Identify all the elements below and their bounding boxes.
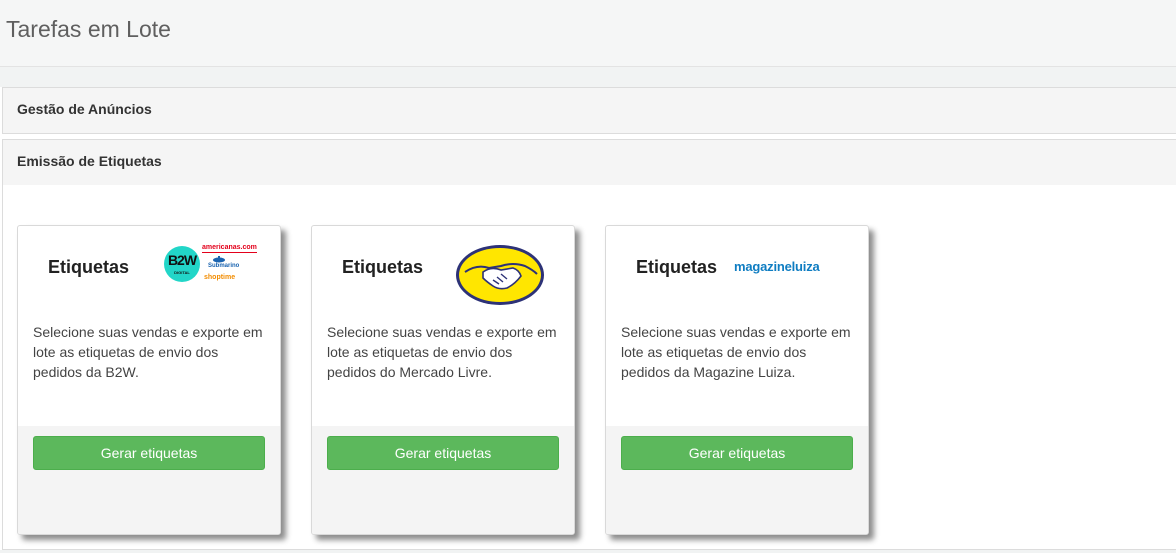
b2w-brand-text: B2W [167,252,197,268]
shoptime-text: shoptime [204,274,236,281]
card-description: Selecione suas vendas e exporte em lote … [327,324,557,380]
submarine-icon [213,256,225,263]
generate-labels-button-mercado-livre[interactable]: Gerar etiquetas [327,436,559,470]
panel-title-ads[interactable]: Gestão de Anúncios [17,101,152,117]
card-title: Etiquetas [342,257,424,277]
panel-title-labels[interactable]: Emissão de Etiquetas [17,153,162,169]
card-description: Selecione suas vendas e exporte em lote … [33,324,263,380]
magazine-luiza-logo-icon: magazineluiza [734,259,820,274]
card-magazine-luiza: Etiquetas magazineluiza Selecione suas v… [605,225,869,535]
card-b2w: Etiquetas B2W DIGITAL americanas.com Sub… [17,225,281,535]
card-footer: Gerar etiquetas [18,426,280,534]
card-footer: Gerar etiquetas [312,426,574,534]
americanas-text: americanas.com [202,244,257,253]
panel-gestao-anuncios[interactable]: Gestão de Anúncios [2,87,1176,134]
panel-emissao-etiquetas[interactable]: Emissão de Etiquetas [2,139,1176,186]
header-separator [0,67,1176,87]
page-header: Tarefas em Lote [0,0,1176,67]
b2w-logo-icon: B2W DIGITAL americanas.com Submarino sho… [164,244,257,288]
generate-labels-button-magazine-luiza[interactable]: Gerar etiquetas [621,436,853,470]
mercado-livre-handshake-icon [456,245,544,305]
b2w-sub-text: DIGITAL [174,270,190,275]
card-footer: Gerar etiquetas [606,426,868,534]
page-title: Tarefas em Lote [6,16,171,42]
submarino-text: Submarino [208,263,240,269]
card-mercado-livre: Etiquetas Selecione suas vendas e export… [311,225,575,535]
card-title: Etiquetas [636,257,718,277]
generate-labels-button-b2w[interactable]: Gerar etiquetas [33,436,265,470]
card-title: Etiquetas [48,257,130,277]
card-description: Selecione suas vendas e exporte em lote … [621,324,851,380]
